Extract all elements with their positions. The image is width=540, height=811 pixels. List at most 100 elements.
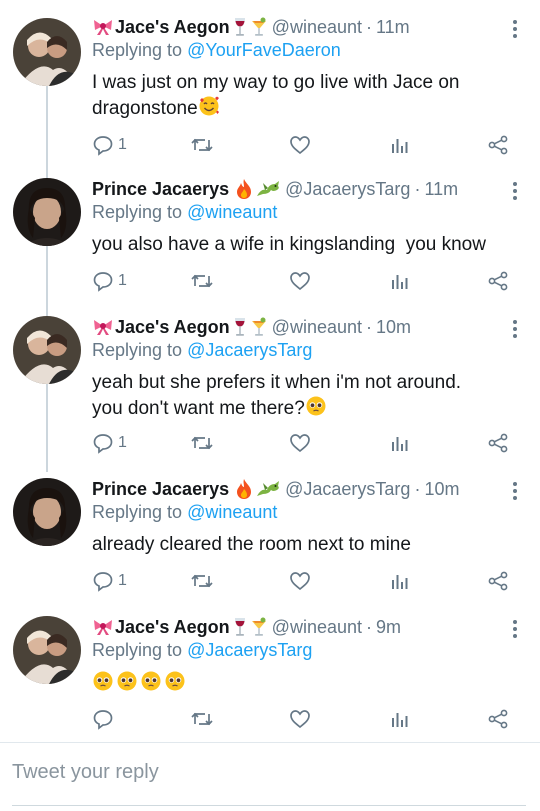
tweet-text-line: I was just on my way to go live with Jac… [92,72,460,93]
timestamp[interactable]: 11m [424,179,458,200]
like-button[interactable] [289,432,311,454]
like-button[interactable] [289,570,311,592]
replying-to-mention[interactable]: @YourFaveDaeron [187,40,341,60]
comment-icon [93,272,113,292]
avatar[interactable] [13,478,81,546]
share-icon [488,135,508,155]
share-button[interactable] [487,708,509,730]
like-button[interactable] [289,708,311,730]
tweet-text-segment: you don't want me there? [92,398,305,419]
handle[interactable]: @wineaunt [272,617,362,638]
reply-input[interactable]: Tweet your reply [12,761,159,784]
reply-count: 1 [118,434,127,451]
replying-to-mention[interactable]: @JacaerysTarg [187,340,312,360]
tweet-text [92,670,522,699]
handle[interactable]: @wineaunt [272,317,362,338]
tweet-header: Jace's Aegon @wineaunt · 9m [92,614,401,640]
share-button[interactable] [487,134,509,156]
comment-icon [93,572,113,592]
replying-to-mention[interactable]: @wineaunt [187,502,277,522]
reply-button[interactable] [92,708,118,730]
wine-glass-icon [232,17,248,37]
reply-button[interactable]: 1 [92,270,127,292]
tropical-drink-icon [250,617,268,637]
avatar[interactable] [13,178,81,246]
tweet-header: Jace's Aegon @wineaunt · 11m [92,14,410,40]
share-button[interactable] [487,270,509,292]
reply-button[interactable]: 1 [92,570,127,592]
replying-to-mention[interactable]: @JacaerysTarg [187,640,312,660]
display-name[interactable]: Jace's Aegon [115,317,230,338]
more-options-icon[interactable] [512,482,518,500]
analytics-button[interactable] [388,134,410,156]
tweet-text: already cleared the room next to mine [92,532,522,557]
ribbon-icon [92,618,114,636]
retweet-icon [191,274,213,288]
more-options-icon[interactable] [512,20,518,38]
share-icon [488,433,508,453]
share-button[interactable] [487,432,509,454]
retweet-button[interactable] [190,432,214,454]
display-name[interactable]: Prince Jacaerys [92,179,229,200]
more-options-icon[interactable] [512,320,518,338]
pleading-face-icon [92,670,114,699]
retweet-button[interactable] [190,134,214,156]
more-options-icon[interactable] [512,182,518,200]
tweet-text-segment: dragonstone [92,98,198,119]
like-button[interactable] [289,270,311,292]
pleading-face-icon [116,670,138,699]
timestamp[interactable]: 10m [424,479,459,500]
smiling-face-with-hearts-icon [198,95,220,124]
timestamp[interactable]: 9m [376,617,401,638]
tweet[interactable]: Jace's Aegon @wineaunt · 9m Replying to … [0,614,540,732]
retweet-button[interactable] [190,270,214,292]
retweet-button[interactable] [190,570,214,592]
share-icon [488,571,508,591]
timestamp[interactable]: 10m [376,317,411,338]
like-button[interactable] [289,134,311,156]
replying-to: Replying to @JacaerysTarg [92,640,312,661]
share-button[interactable] [487,570,509,592]
replying-to: Replying to @wineaunt [92,202,277,223]
analytics-button[interactable] [388,432,410,454]
display-name[interactable]: Jace's Aegon [115,617,230,638]
handle[interactable]: @JacaerysTarg [285,479,410,500]
tweet[interactable]: Prince Jacaerys @JacaerysTarg · 10m Repl… [0,476,540,594]
timestamp[interactable]: 11m [376,17,410,38]
analytics-button[interactable] [388,570,410,592]
more-options-icon[interactable] [512,620,518,638]
replying-to-label: Replying to [92,202,188,222]
reply-composer[interactable]: Tweet your reply [0,742,540,811]
analytics-button[interactable] [388,270,410,292]
pleading-face-icon [140,670,162,699]
tweet-actions: 1 [92,134,522,156]
reply-count: 1 [118,136,127,153]
tweet[interactable]: Jace's Aegon @wineaunt · 10m Replying to… [0,314,540,458]
heart-icon [290,136,310,155]
analytics-button[interactable] [388,708,410,730]
handle[interactable]: @JacaerysTarg [285,179,410,200]
retweet-button[interactable] [190,708,214,730]
replying-to-label: Replying to [92,640,188,660]
retweet-icon [191,712,213,726]
avatar[interactable] [13,18,81,86]
tweet[interactable]: Jace's Aegon @wineaunt · 11m Replying to… [0,14,540,156]
retweet-icon [191,138,213,152]
tweet[interactable]: Prince Jacaerys @JacaerysTarg · 11m Repl… [0,176,540,294]
handle[interactable]: @wineaunt [272,17,362,38]
analytics-icon [392,275,408,289]
reply-button[interactable]: 1 [92,432,127,454]
reply-count: 1 [118,572,127,589]
analytics-icon [392,437,408,451]
replying-to-mention[interactable]: @wineaunt [187,202,277,222]
tweet-header: Prince Jacaerys @JacaerysTarg · 11m [92,176,458,202]
display-name[interactable]: Jace's Aegon [115,17,230,38]
tweet-actions: 1 [92,270,522,292]
avatar[interactable] [13,316,81,384]
fire-icon [235,478,253,500]
display-name[interactable]: Prince Jacaerys [92,479,229,500]
dragon-icon [255,178,281,200]
reply-button[interactable]: 1 [92,134,127,156]
replying-to-label: Replying to [92,502,188,522]
avatar[interactable] [13,616,81,684]
